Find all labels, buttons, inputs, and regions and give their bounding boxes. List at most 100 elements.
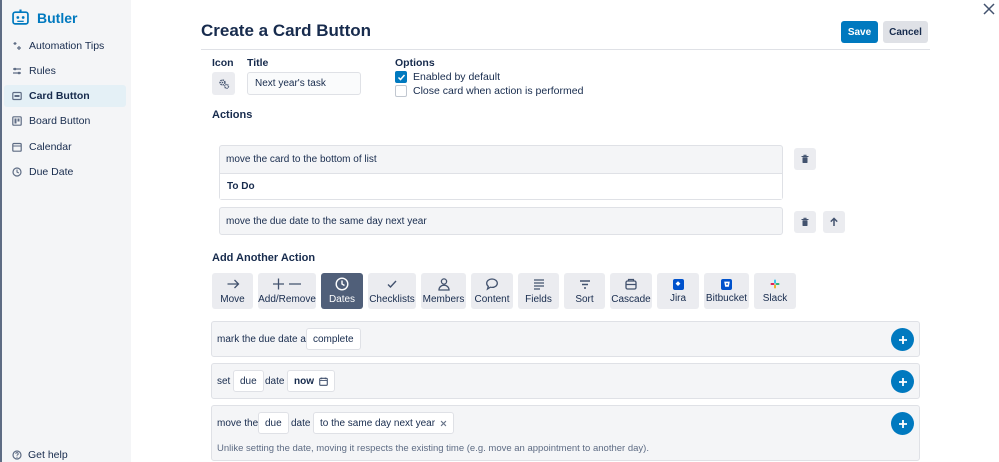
clock-icon [335, 277, 349, 291]
get-help-link[interactable]: Get help [12, 449, 68, 461]
cancel-button[interactable]: Cancel [883, 21, 928, 43]
sidebar-item-label: Rules [29, 65, 56, 77]
action-item: move the due date to the same day next y… [219, 207, 783, 235]
cascade-icon [625, 278, 637, 290]
tab-label: Slack [762, 292, 788, 304]
icon-picker[interactable] [212, 72, 235, 95]
plus-icon [898, 419, 907, 428]
action-builder-row: move the due date to the same day next y… [211, 405, 920, 461]
tab-fields[interactable]: Fields [518, 273, 559, 309]
tab-sort[interactable]: Sort [564, 273, 605, 309]
title-divider [201, 49, 930, 50]
delete-action-button[interactable] [794, 211, 816, 233]
tab-jira[interactable]: Jira [657, 273, 699, 309]
plus-icon [898, 377, 907, 386]
options-label: Options [395, 57, 435, 69]
person-icon [437, 278, 450, 291]
tab-checklists[interactable]: Checklists [368, 273, 416, 309]
jira-logo-icon [672, 278, 684, 290]
tab-label: Content [474, 294, 510, 305]
board-icon [12, 116, 22, 126]
sidebar-item-rules[interactable]: Rules [4, 60, 126, 82]
tab-bitbucket[interactable]: Bitbucket [704, 273, 749, 309]
tab-cascade[interactable]: Cascade [610, 273, 652, 309]
date-type-dropdown[interactable]: due [233, 370, 264, 392]
checkbox-checked[interactable] [395, 71, 407, 83]
pill-value: due [265, 417, 282, 429]
tab-label: Jira [669, 292, 687, 304]
option-close-card[interactable]: Close card when action is performed [395, 85, 583, 97]
sidebar-item-label: Due Date [29, 166, 74, 178]
tab-members[interactable]: Members [421, 273, 466, 309]
sidebar: Butler Automation Tips Rules Card Button… [0, 0, 131, 462]
sidebar-item-label: Card Button [29, 90, 90, 102]
action-builder-row: set due date now [211, 363, 920, 399]
date-type-dropdown[interactable]: due [258, 412, 289, 434]
sliders-icon [12, 66, 22, 76]
action-sub-area: To Do [220, 173, 782, 199]
action-text: move the due date to the same day next y… [226, 216, 427, 227]
calendar-icon [319, 376, 328, 386]
tab-move[interactable]: Move [212, 273, 253, 309]
brand-name: Butler [37, 9, 78, 26]
pill-value: complete [313, 333, 354, 345]
sidebar-item-card-button[interactable]: Card Button [4, 85, 126, 107]
date-value-picker[interactable]: now [287, 370, 335, 392]
sidebar-item-calendar[interactable]: Calendar [4, 136, 126, 158]
plus-icon [898, 335, 907, 344]
add-action-button[interactable] [891, 328, 914, 351]
sidebar-item-label: Automation Tips [29, 40, 105, 52]
move-amount-dropdown[interactable]: to the same day next year [313, 412, 455, 434]
trash-icon [801, 154, 809, 163]
sidebar-item-due-date[interactable]: Due Date [4, 161, 126, 183]
tab-dates[interactable]: Dates [321, 273, 363, 309]
tab-slack[interactable]: Slack [754, 273, 796, 309]
row-text: mark the due date as [217, 334, 311, 345]
tab-add-remove[interactable]: Add/Remove [258, 273, 316, 309]
sidebar-item-board-button[interactable]: Board Button [4, 110, 126, 132]
sort-icon [579, 280, 590, 289]
close-icon[interactable] [983, 3, 995, 15]
actions-heading: Actions [212, 109, 253, 121]
butler-robot-icon [12, 9, 29, 25]
move-action-up-button[interactable] [823, 211, 845, 233]
bitbucket-logo-icon [721, 278, 732, 290]
pill-value: due [240, 375, 257, 387]
delete-action-button[interactable] [794, 148, 816, 170]
brand[interactable]: Butler [12, 9, 77, 26]
tab-label: Members [422, 294, 465, 305]
row-text: set [217, 376, 231, 387]
add-action-button[interactable] [891, 412, 914, 435]
arrow-right-icon [227, 279, 239, 289]
tab-label: Fields [525, 294, 552, 305]
row-text: move the [217, 418, 259, 429]
save-button[interactable]: Save [841, 21, 878, 43]
add-action-heading: Add Another Action [212, 252, 316, 264]
slack-logo-icon [770, 279, 781, 290]
tab-content[interactable]: Content [471, 273, 513, 309]
sidebar-item-automation-tips[interactable]: Automation Tips [4, 35, 126, 57]
sidebar-item-label: Board Button [29, 115, 91, 127]
card-icon [12, 91, 22, 101]
help-icon [12, 450, 22, 460]
title-input[interactable] [247, 72, 361, 95]
add-action-button[interactable] [891, 370, 914, 393]
tab-label: Cascade [611, 294, 651, 305]
clock-icon [12, 167, 22, 177]
status-dropdown[interactable]: complete [306, 328, 361, 350]
clear-icon[interactable] [440, 420, 447, 427]
checkbox-unchecked[interactable] [395, 85, 407, 97]
option-label: Enabled by default [413, 71, 500, 83]
help-label: Get help [28, 449, 68, 461]
action-item: move the card to the bottom of list To D… [219, 145, 783, 200]
row-text: date [291, 418, 311, 429]
tab-label: Move [220, 294, 245, 305]
tab-label: Bitbucket [705, 292, 748, 304]
action-text: move the card to the bottom of list [226, 154, 377, 165]
lines-icon [533, 279, 544, 290]
pill-value: to the same day next year [320, 417, 436, 429]
icon-label: Icon [212, 57, 234, 69]
option-enabled-by-default[interactable]: Enabled by default [395, 71, 500, 83]
sparkle-icon [12, 41, 22, 51]
action-builder-row: mark the due date as complete [211, 321, 920, 357]
